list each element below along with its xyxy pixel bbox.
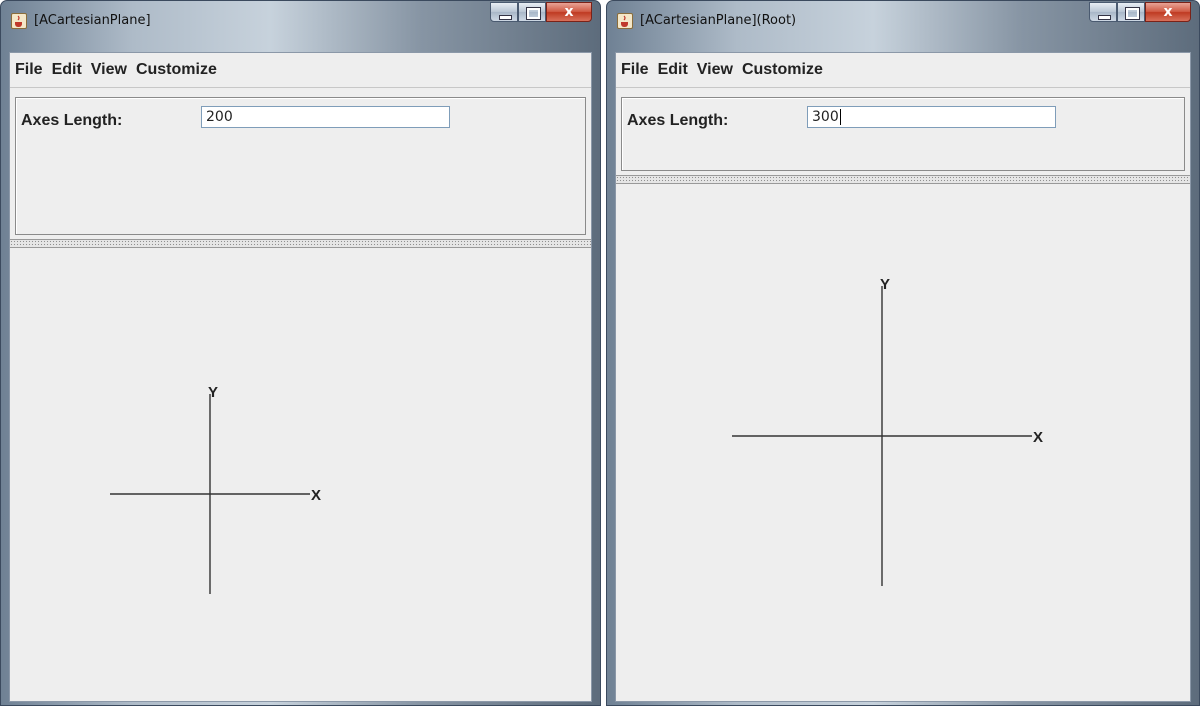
menu-file[interactable]: File [15, 61, 43, 79]
text-caret [839, 109, 841, 125]
split-pane-divider[interactable] [616, 175, 1190, 184]
window-title: [ACartesianPlane] [34, 13, 151, 28]
title-bar[interactable]: [ACartesianPlane](Root) x [607, 1, 1199, 37]
close-button[interactable]: x [1145, 2, 1191, 22]
axes-length-label: Axes Length: [21, 112, 123, 129]
minimize-icon [499, 15, 512, 20]
x-axis-label: X [1033, 429, 1043, 446]
maximize-button[interactable] [518, 2, 546, 22]
drawing-canvas: XY [616, 185, 1190, 701]
y-axis-label: Y [208, 384, 218, 401]
x-axis-label: X [311, 487, 321, 504]
axes-length-input[interactable]: 300 [807, 106, 1056, 128]
menu-bar: File Edit View Customize [616, 53, 1190, 88]
menu-view[interactable]: View [697, 61, 733, 79]
menu-customize[interactable]: Customize [136, 61, 217, 79]
properties-panel: Axes Length: 300 [621, 97, 1185, 171]
window-controls: x [1089, 2, 1191, 24]
menu-bar: File Edit View Customize [10, 53, 591, 88]
minimize-button[interactable] [490, 2, 518, 22]
cartesian-plane: XY [732, 276, 1043, 586]
y-axis-label: Y [880, 276, 890, 293]
axes-length-value: 300 [812, 109, 839, 125]
drawing-canvas: XY [10, 249, 591, 701]
menu-edit[interactable]: Edit [658, 61, 688, 79]
menu-view[interactable]: View [91, 61, 127, 79]
window-title: [ACartesianPlane](Root) [640, 13, 797, 28]
minimize-icon [1098, 15, 1111, 20]
menu-file[interactable]: File [621, 61, 649, 79]
properties-panel: Axes Length: 200 [15, 97, 586, 235]
cartesian-plane: XY [110, 384, 321, 594]
java-cup-icon [617, 13, 633, 29]
axes-length-input[interactable]: 200 [201, 106, 450, 128]
maximize-icon [1125, 7, 1140, 20]
window-acartesianplane: [ACartesianPlane] x File Edit View Custo… [0, 0, 601, 706]
window-client-area: File Edit View Customize Axes Length: 30… [615, 52, 1191, 702]
axes-length-value: 200 [206, 109, 233, 125]
minimize-button[interactable] [1089, 2, 1117, 22]
java-cup-icon [11, 13, 27, 29]
window-acartesianplane-root: [ACartesianPlane](Root) x File Edit View… [606, 0, 1200, 706]
window-controls: x [490, 2, 592, 24]
menu-edit[interactable]: Edit [52, 61, 82, 79]
maximize-button[interactable] [1117, 2, 1145, 22]
split-pane-divider[interactable] [10, 239, 591, 248]
close-icon: x [1163, 4, 1173, 20]
close-button[interactable]: x [546, 2, 592, 22]
axes-length-label: Axes Length: [627, 112, 729, 129]
menu-customize[interactable]: Customize [742, 61, 823, 79]
close-icon: x [564, 4, 574, 20]
window-client-area: File Edit View Customize Axes Length: 20… [9, 52, 592, 702]
title-bar[interactable]: [ACartesianPlane] x [1, 1, 600, 37]
maximize-icon [526, 7, 541, 20]
